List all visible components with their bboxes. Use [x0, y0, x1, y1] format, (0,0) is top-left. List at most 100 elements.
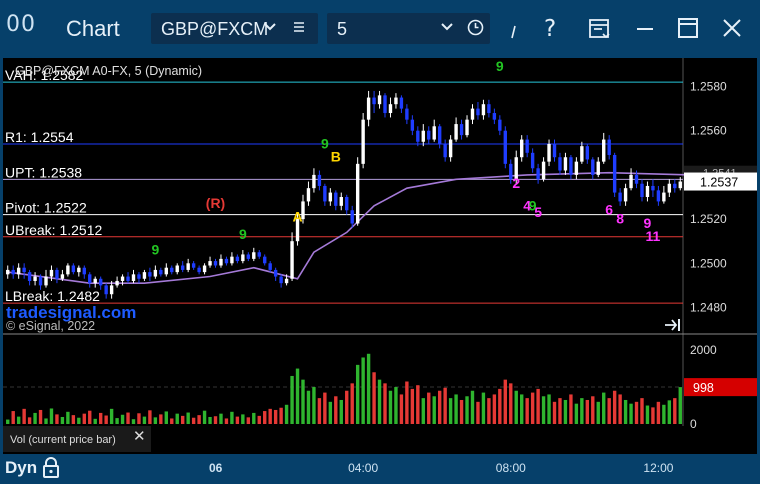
symbol-menu-icon[interactable]: [292, 20, 306, 37]
candle-body: [55, 269, 59, 279]
candle-body: [448, 139, 453, 158]
volume-bar: [213, 416, 218, 424]
chart-annotation: (R): [206, 195, 225, 211]
candle-body: [11, 269, 15, 275]
candle-body: [530, 152, 535, 169]
volume-bar: [257, 415, 261, 424]
volume-bar: [552, 401, 557, 424]
time-tick-label: 06: [209, 461, 223, 475]
volume-bar: [181, 415, 185, 424]
candle-body: [394, 97, 398, 105]
close-icon[interactable]: [721, 17, 743, 43]
volume-bar: [191, 417, 196, 424]
volume-bar: [607, 398, 611, 424]
indicator-close-icon[interactable]: ✕: [133, 427, 146, 445]
candle-body: [476, 108, 480, 116]
clock-icon[interactable]: [467, 19, 484, 39]
volume-bar: [443, 387, 447, 424]
candle-body: [175, 265, 179, 273]
candle-body: [77, 267, 81, 273]
candle-body: [498, 119, 502, 131]
interval-text: 5: [337, 19, 348, 39]
chevron-down-icon[interactable]: [263, 20, 277, 37]
volume-bar: [159, 414, 163, 424]
candle-body: [115, 280, 119, 286]
candle-body: [208, 261, 212, 266]
candle-body: [618, 192, 622, 202]
volume-bar: [82, 413, 86, 424]
candle-body: [290, 241, 294, 279]
volume-bar: [651, 407, 655, 424]
chart-area[interactable]: Vol (current price bar) ✕ VAH: 1.2582 R1:…: [3, 58, 757, 454]
candle-body: [541, 161, 546, 180]
candle-body: [317, 174, 322, 186]
volume-bar: [109, 408, 114, 424]
volume-bar: [541, 396, 546, 424]
candle-body: [153, 269, 158, 277]
chevron-down-icon[interactable]: [440, 20, 454, 37]
interval-selector[interactable]: 5: [327, 13, 490, 44]
chart-annotation: 9: [529, 197, 537, 213]
volume-bar: [509, 383, 513, 424]
layout-menu-icon[interactable]: [588, 17, 612, 45]
volume-bar: [585, 399, 590, 424]
volume-bar: [618, 394, 622, 424]
lock-icon[interactable]: [42, 457, 60, 484]
candle-body: [120, 276, 125, 281]
volume-bar: [678, 387, 682, 424]
price-axis-column: [683, 58, 757, 426]
volume-bar: [38, 409, 43, 424]
candle-body: [399, 97, 404, 109]
volume-bar: [667, 400, 672, 424]
candle-body: [82, 267, 86, 275]
volume-bar: [355, 364, 360, 424]
candle-body: [339, 197, 343, 206]
candle-body: [350, 210, 354, 224]
candle-body: [607, 139, 611, 156]
help-icon[interactable]: ?: [544, 16, 556, 42]
draw-tool-icon[interactable]: [509, 20, 521, 44]
volume-bar: [290, 375, 294, 424]
candle-body: [525, 139, 529, 153]
volume-bar: [432, 396, 436, 424]
candle-body: [481, 104, 486, 116]
volume-bar: [629, 403, 633, 424]
minimize-icon[interactable]: [634, 17, 656, 43]
candle-body: [197, 267, 201, 273]
volume-bar: [470, 390, 475, 424]
dynamic-mode-label[interactable]: Dyn: [5, 458, 37, 478]
candle-body: [170, 267, 174, 273]
candle-body: [596, 161, 600, 175]
volume-bar: [93, 418, 97, 424]
chart-annotation: 9: [239, 226, 247, 242]
volume-bar: [252, 412, 256, 424]
volume-bar: [268, 408, 272, 424]
candle-body: [634, 174, 639, 184]
candle-body: [66, 265, 70, 275]
volume-bar: [16, 416, 21, 424]
level-label: R1: 1.2554: [5, 129, 74, 145]
candle-body: [202, 265, 207, 273]
candle-body: [427, 130, 431, 140]
volume-bar: [77, 417, 81, 424]
symbol-selector[interactable]: GBP@FXCM: [151, 13, 318, 44]
candle-body: [558, 157, 562, 171]
candle-body: [334, 192, 338, 206]
volume-bar: [530, 392, 535, 424]
chart-canvas[interactable]: Vol (current price bar) ✕ VAH: 1.2582R1:…: [3, 58, 757, 454]
chart-annotation: 9: [496, 58, 504, 74]
candle-body: [137, 274, 141, 279]
volume-bar: [377, 379, 382, 424]
candle-body: [104, 285, 108, 295]
volume-bar: [219, 413, 223, 424]
volume-bar: [372, 372, 376, 424]
maximize-icon[interactable]: [677, 17, 699, 43]
volume-tick-label: 0: [690, 417, 697, 431]
volume-bar: [126, 412, 130, 424]
volume-bar: [569, 394, 573, 424]
volume-bar: [339, 399, 343, 424]
volume-bar: [366, 353, 371, 424]
volume-bar: [481, 392, 486, 424]
current-price-label: 1.2537: [700, 176, 738, 190]
price-tick-label: 1.2520: [690, 212, 727, 226]
